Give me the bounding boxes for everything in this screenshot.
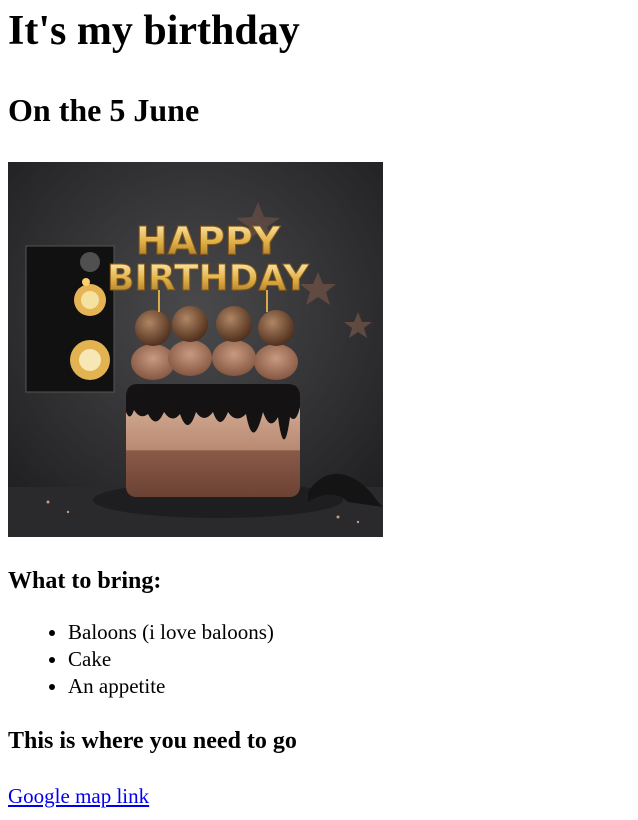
bring-heading: What to bring: [8,568,162,594]
date-heading: On the 5 June [8,92,200,128]
google-map-link[interactable]: Google map link [8,782,149,810]
list-item: Baloons (i love baloons) [68,619,630,646]
bring-list: Baloons (i love baloons) Cake An appetit… [8,619,630,700]
birthday-cake-image: HAPPY BIRTHDAY [8,162,383,537]
topper-happy-text: HAPPY [136,219,281,263]
location-heading: This is where you need to go [8,728,297,754]
list-item: An appetite [68,673,630,700]
topper-birthday-text: BIRTHDAY [107,258,310,299]
page-title: It's my birthday [8,8,300,54]
list-item: Cake [68,646,630,673]
